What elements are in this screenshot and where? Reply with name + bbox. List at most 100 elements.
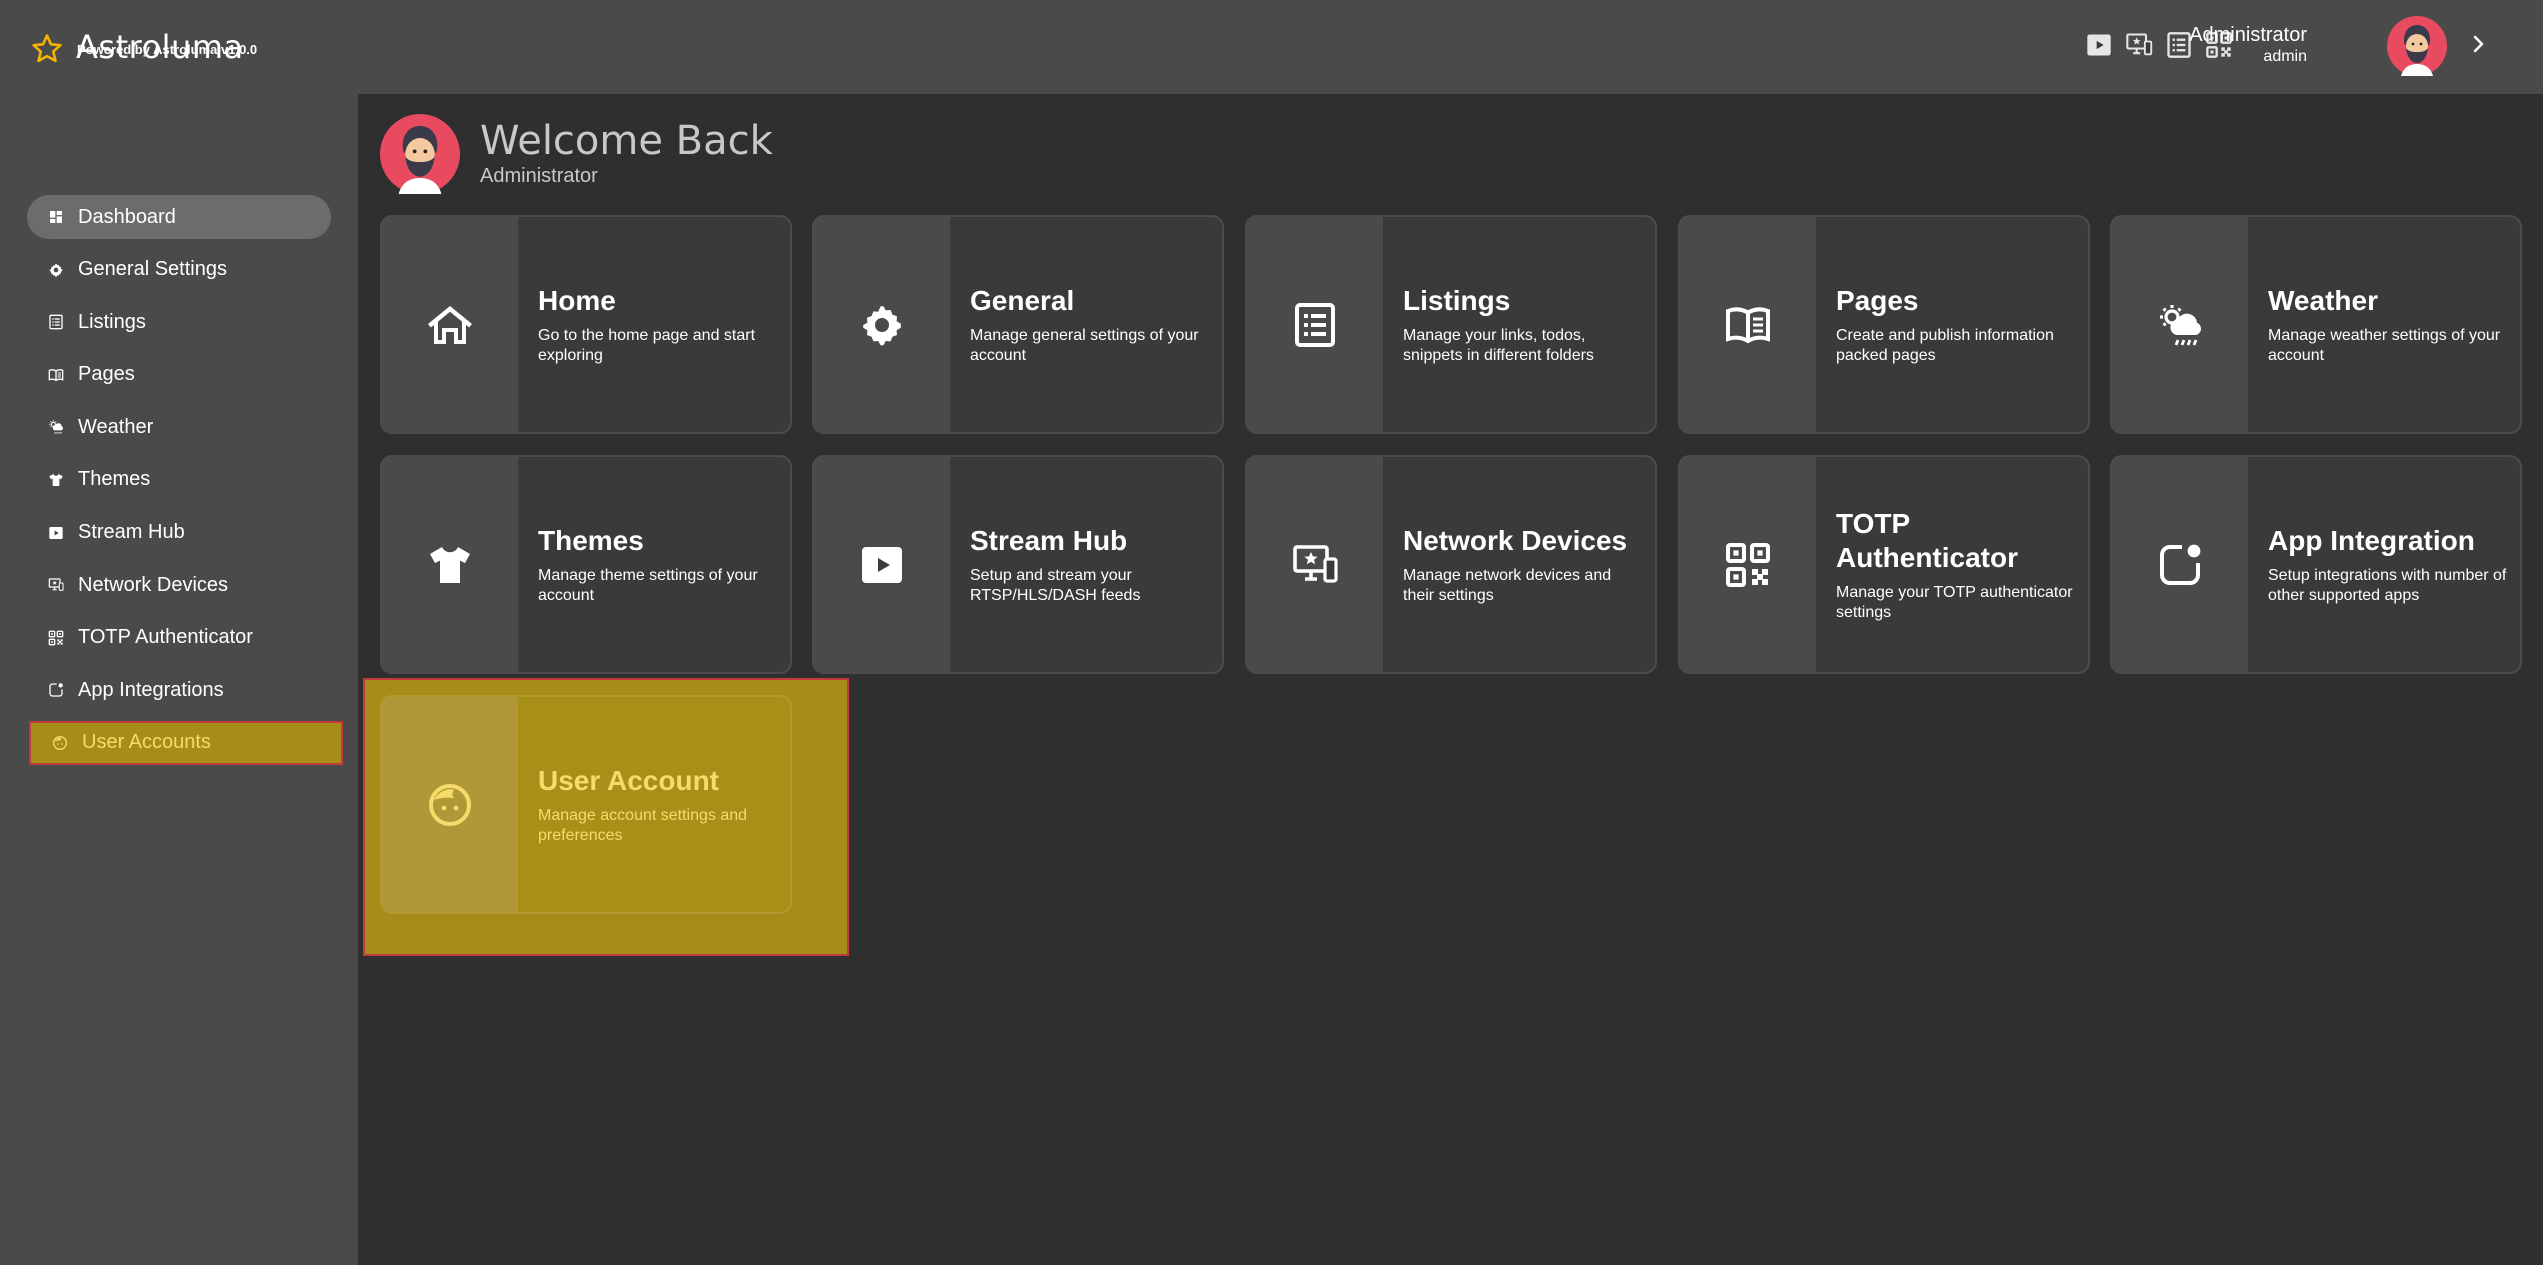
card-description: Go to the home page and start exploring [538, 326, 756, 364]
card-icon-area [1680, 457, 1816, 672]
gear-icon [858, 301, 906, 349]
sidebar-item-label: User Accounts [82, 731, 211, 754]
sidebar-item-weather[interactable]: Weather [27, 405, 331, 449]
page-subtitle: Administrator [480, 165, 598, 187]
sidebar-item-user-accounts[interactable]: User Accounts [29, 720, 343, 765]
book-icon [48, 367, 64, 383]
sidebar-item-label: Pages [78, 363, 135, 386]
sidebar-item-label: App Integrations [78, 678, 224, 701]
card-user-account[interactable]: User Account Manage account settings and … [380, 695, 792, 914]
card-totp-authenticator[interactable]: TOTP Authenticator Manage your TOTP authe… [1678, 455, 2090, 674]
card-icon-area [382, 217, 518, 432]
star-logo-icon [32, 34, 62, 63]
list-icon [1291, 301, 1339, 349]
app-integration-icon [2156, 541, 2204, 589]
chevron-right-icon[interactable] [2466, 32, 2490, 56]
play-icon [48, 525, 64, 541]
card-description: Manage general settings of your account [970, 326, 1199, 364]
weather-icon [2156, 301, 2204, 349]
card-network-devices[interactable]: Network Devices Manage network devices an… [1245, 455, 1657, 674]
monitor-icon [48, 577, 64, 593]
card-description: Setup and stream your RTSP/HLS/DASH feed… [970, 566, 1141, 604]
avatar [380, 114, 460, 194]
qr-code-icon [48, 630, 64, 646]
sidebar-item-dashboard[interactable]: Dashboard [27, 195, 331, 239]
sidebar-item-label: Listings [78, 310, 146, 333]
sidebar-item-label: Dashboard [78, 205, 176, 228]
card-pages[interactable]: Pages Create and publish information pack… [1678, 215, 2090, 434]
card-app-integration[interactable]: App Integration Setup integrations with n… [2110, 455, 2522, 674]
play-icon [858, 541, 906, 589]
card-home[interactable]: Home Go to the home page and start explor… [380, 215, 792, 434]
card-title: User Account [538, 764, 720, 796]
user-role: admin [2263, 48, 2307, 65]
card-icon-area [1680, 217, 1816, 432]
page-title: Welcome Back [480, 118, 773, 164]
card-title: General [970, 284, 1075, 316]
sidebar-item-label: Themes [78, 468, 151, 491]
sidebar-item-network-devices[interactable]: Network Devices [27, 563, 331, 607]
sidebar-item-label: TOTP Authenticator [78, 626, 253, 649]
app-integration-icon [48, 682, 64, 698]
card-description: Manage weather settings of your account [2268, 326, 2501, 364]
sidebar-item-general-settings[interactable]: General Settings [27, 248, 331, 292]
card-weather[interactable]: Weather Manage weather settings of your a… [2110, 215, 2522, 434]
card-icon-area [1247, 217, 1383, 432]
card-themes[interactable]: Themes Manage theme settings of your acco… [380, 455, 792, 674]
card-icon-area [382, 457, 518, 672]
card-title: Home [538, 284, 616, 316]
card-title: Themes [538, 524, 644, 556]
card-description: Manage your TOTP authenticator settings [1836, 583, 2073, 621]
card-icon-area [814, 217, 950, 432]
powered-by: Powered by Astroluma v1.0.0 [77, 42, 258, 57]
sidebar-item-pages[interactable]: Pages [27, 353, 331, 397]
card-icon-area [1247, 457, 1383, 672]
shirt-icon [48, 472, 64, 488]
book-icon [1724, 301, 1772, 349]
user-face-icon [52, 735, 68, 751]
card-title: Listings [1403, 284, 1511, 316]
user-name: Administrator [2189, 24, 2307, 46]
qr-code-icon [1724, 541, 1772, 589]
sidebar-item-totp-authenticator[interactable]: TOTP Authenticator [27, 616, 331, 660]
sidebar-item-label: Network Devices [78, 573, 229, 596]
gear-icon [48, 262, 64, 278]
sidebar: Dashboard General Settings Listings Page… [0, 94, 358, 1265]
card-description: Create and publish information packed pa… [1836, 326, 2054, 364]
card-description: Manage account settings and preferences [538, 806, 748, 844]
card-description: Setup integrations with number of other … [2268, 566, 2507, 604]
list-icon [48, 314, 64, 330]
avatar[interactable] [2387, 16, 2447, 76]
sidebar-item-themes[interactable]: Themes [27, 458, 331, 502]
user-info[interactable]: Administrator admin [2189, 23, 2307, 67]
card-description: Manage theme settings of your account [538, 566, 758, 604]
card-icon-area [2112, 217, 2248, 432]
user-face-icon [426, 781, 474, 829]
sidebar-item-stream-hub[interactable]: Stream Hub [27, 511, 331, 555]
card-listings[interactable]: Listings Manage your links, todos, snippe… [1245, 215, 1657, 434]
stream-icon[interactable] [2084, 30, 2114, 60]
dashboard-icon [48, 209, 64, 225]
card-stream-hub[interactable]: Stream Hub Setup and stream your RTSP/HLS… [812, 455, 1224, 674]
sidebar-item-label: Stream Hub [78, 521, 185, 544]
card-general[interactable]: General Manage general settings of your a… [812, 215, 1224, 434]
shirt-icon [426, 541, 474, 589]
card-title: App Integration [2268, 524, 2475, 556]
sidebar-item-listings[interactable]: Listings [27, 300, 331, 344]
sidebar-item-app-integrations[interactable]: App Integrations [27, 668, 331, 712]
card-title: TOTP Authenticator [1836, 507, 2018, 573]
home-icon [426, 301, 474, 349]
card-icon-area [382, 697, 518, 912]
sidebar-item-label: Weather [78, 415, 154, 438]
card-title: Network Devices [1403, 524, 1628, 556]
card-title: Weather [2268, 284, 2378, 316]
card-description: Manage your links, todos, snippets in di… [1403, 326, 1594, 364]
card-icon-area [814, 457, 950, 672]
sidebar-item-label: General Settings [78, 258, 227, 281]
weather-icon [48, 419, 64, 435]
monitor-icon [1291, 541, 1339, 589]
card-title: Stream Hub [970, 524, 1128, 556]
top-bar: Astroluma Powered by Astroluma v1.0.0 Ad… [0, 0, 2543, 94]
network-devices-icon[interactable] [2124, 30, 2154, 60]
card-icon-area [2112, 457, 2248, 672]
